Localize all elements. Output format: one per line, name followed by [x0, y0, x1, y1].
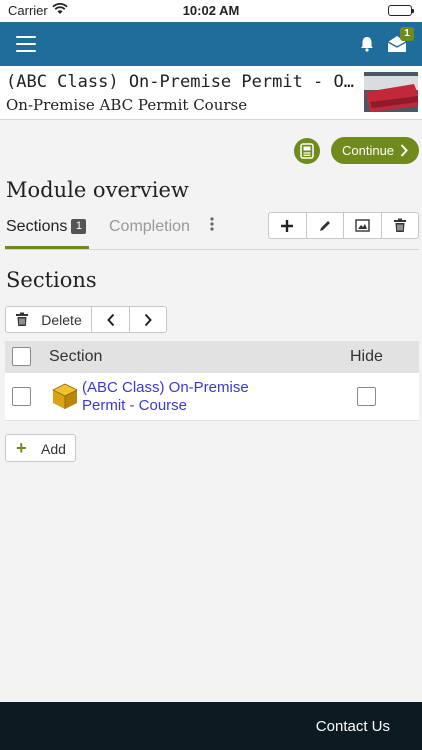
course-thumbnail: [364, 72, 418, 112]
delete-button[interactable]: [382, 213, 419, 238]
bulk-delete-button[interactable]: Delete: [6, 307, 92, 332]
status-time: 10:02 AM: [182, 3, 240, 18]
edit-button[interactable]: [307, 213, 344, 238]
tab-count-badge: 1: [71, 219, 87, 234]
mail-badge: 1: [400, 27, 414, 41]
plus-icon: [281, 219, 294, 232]
add-section-button[interactable]: [269, 213, 307, 238]
course-title: (ABC Class) On-Premise Permit - O...: [6, 72, 358, 92]
bulk-actions-toolbar: Delete: [5, 306, 167, 333]
tab-sections[interactable]: Sections 1: [6, 218, 87, 236]
contact-us-link[interactable]: Contact Us: [316, 718, 390, 735]
tab-divider: [5, 249, 419, 250]
tab-completion[interactable]: Completion: [109, 218, 190, 236]
bulk-delete-label: Delete: [41, 311, 82, 328]
cube-icon: [51, 382, 79, 410]
hide-checkbox[interactable]: [357, 387, 376, 406]
next-button[interactable]: [130, 307, 166, 332]
trash-icon: [393, 218, 406, 232]
course-subtitle: On-Premise ABC Permit Course: [6, 96, 248, 114]
top-nav-bar: 1: [0, 22, 422, 66]
save-icon: [300, 143, 314, 159]
menu-icon[interactable]: [16, 36, 36, 52]
section-link[interactable]: (ABC Class) On-Premise Permit - Course: [82, 379, 282, 415]
chevron-right-icon: [400, 137, 408, 173]
plus-icon: +: [16, 438, 27, 458]
select-all-checkbox[interactable]: [12, 347, 31, 366]
kebab-icon[interactable]: [206, 216, 218, 237]
mail-icon[interactable]: 1: [386, 27, 414, 54]
table-header: Section Hide: [5, 341, 419, 373]
pencil-icon: [319, 220, 330, 231]
column-header-section: Section: [49, 348, 103, 365]
column-header-hide: Hide: [350, 348, 383, 365]
sections-heading: Sections: [6, 268, 97, 292]
add-label: Add: [41, 441, 66, 457]
status-bar: Carrier 10:02 AM: [0, 0, 422, 22]
previous-button[interactable]: [92, 307, 130, 332]
page-title: Module overview: [6, 178, 189, 202]
course-header: (ABC Class) On-Premise Permit - O... On-…: [0, 66, 422, 120]
section-toolbar: [268, 212, 419, 239]
add-button[interactable]: + Add: [5, 434, 76, 462]
chevron-left-icon: [106, 313, 114, 326]
image-button[interactable]: [344, 213, 382, 238]
footer: Contact Us: [0, 702, 422, 750]
table-row: (ABC Class) On-Premise Permit - Course: [5, 373, 419, 421]
battery-icon: [388, 5, 414, 16]
image-icon: [355, 219, 370, 232]
bell-icon[interactable]: [358, 35, 376, 53]
tab-label: Sections: [6, 218, 68, 235]
continue-label: Continue: [342, 143, 395, 158]
save-button[interactable]: [294, 138, 320, 164]
chevron-right-icon: [144, 313, 152, 326]
trash-icon: [16, 312, 29, 326]
sections-table: Section Hide (ABC Class) On-Premise Perm…: [5, 341, 419, 421]
continue-button[interactable]: Continue: [331, 137, 419, 164]
row-select-checkbox[interactable]: [12, 387, 31, 406]
